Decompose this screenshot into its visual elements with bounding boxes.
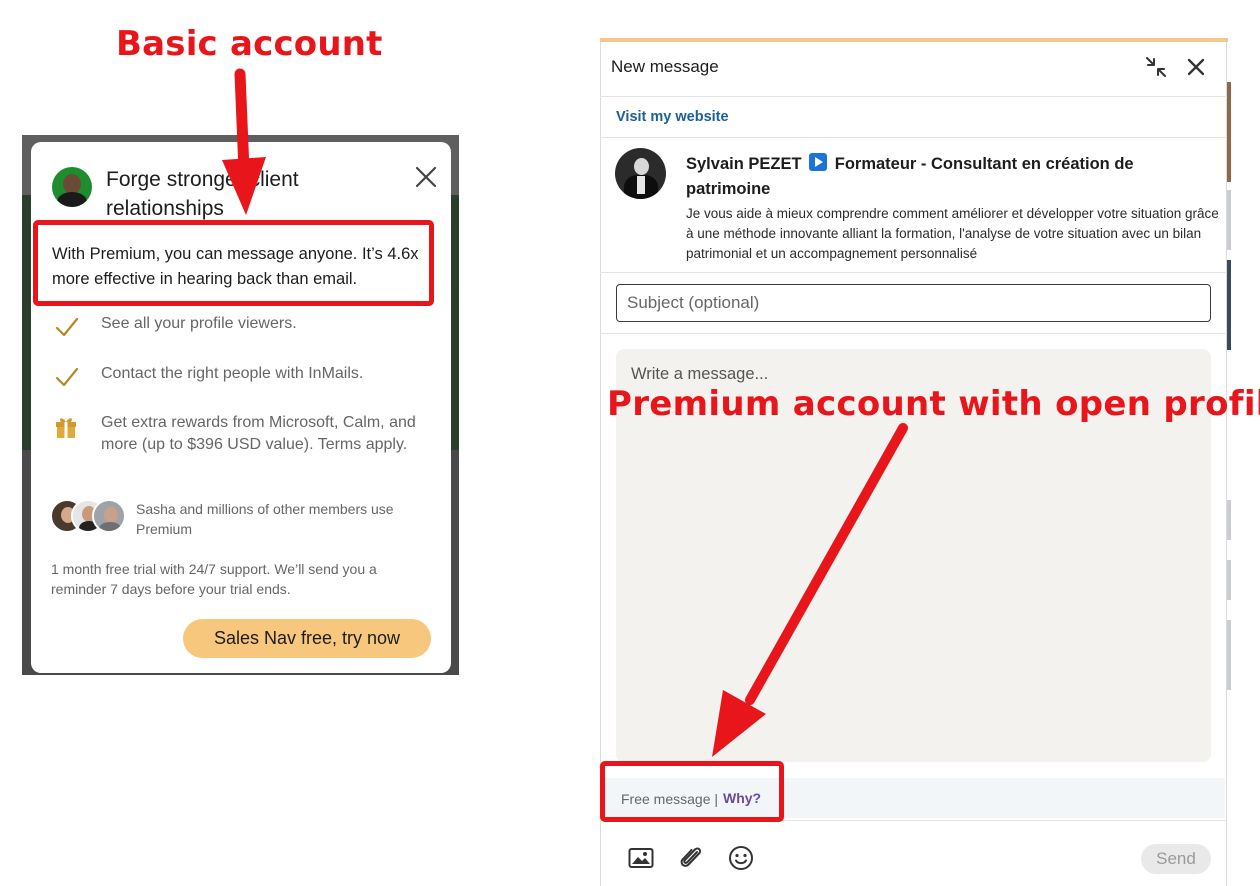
visit-website-link[interactable]: Visit my website [616,109,729,125]
minimize-icon[interactable] [1144,55,1168,79]
panel-title: New message [611,57,719,76]
background-page-edge [1227,40,1260,886]
divider [600,333,1227,334]
premium-description: With Premium, you can message anyone. It… [52,245,419,288]
recipient-name-text: Sylvain PEZET [686,155,802,173]
play-icon [809,153,828,171]
emoji-icon[interactable] [728,845,754,871]
divider [600,96,1227,97]
gift-icon [56,418,76,438]
feature-text: See all your profile viewers. [101,315,297,332]
image-icon[interactable] [628,846,654,870]
premium-account-annotation: Premium account with open profile [607,384,1260,424]
why-link[interactable]: Why? [723,790,761,806]
divider [600,137,1227,138]
basic-account-annotation: Basic account [116,24,383,64]
social-proof-text: Sasha and millions of other members use … [136,501,394,537]
recipient-avatar[interactable] [615,148,666,199]
trial-info-text: 1 month free trial with 24/7 support. We… [51,561,377,597]
paperclip-icon[interactable] [678,843,704,871]
sales-nav-trial-button[interactable]: Sales Nav free, try now [183,619,431,658]
close-icon[interactable] [411,162,441,192]
subject-input[interactable] [616,284,1211,322]
divider [600,272,1227,273]
card-title: Forge stronger client relationships [106,168,299,220]
recipient-name[interactable]: Sylvain PEZET Formateur - Consultant en … [686,152,1206,202]
member-avatar [92,499,126,533]
feature-text: Get extra rewards from Microsoft, Calm, … [101,414,416,453]
close-icon[interactable] [1185,56,1207,78]
check-icon [55,317,79,337]
avatar [52,167,92,207]
check-icon [55,367,79,387]
feature-text: Contact the right people with InMails. [101,365,364,382]
recipient-bio: Je vous aide à mieux comprendre comment … [686,206,1219,261]
send-button[interactable]: Send [1141,844,1211,874]
free-message-label: Free message | [621,791,719,807]
